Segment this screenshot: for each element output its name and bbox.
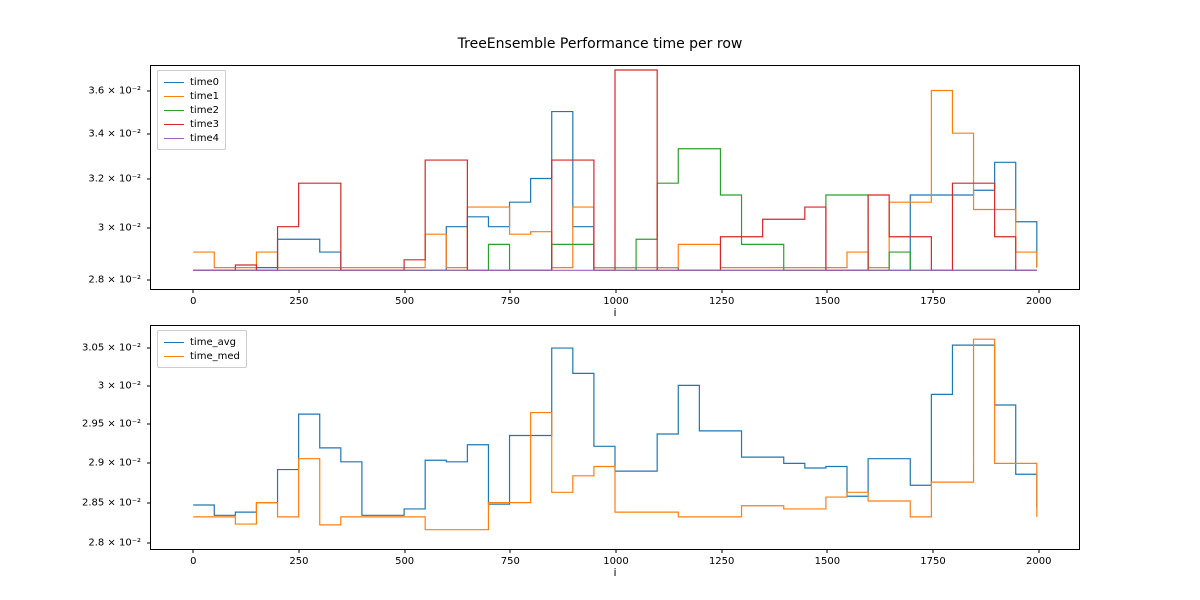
legend-item: time_med <box>164 349 240 363</box>
legend-swatch <box>164 124 184 125</box>
legend-label: time0 <box>190 77 219 88</box>
legend-item: time2 <box>164 103 219 117</box>
legend-swatch <box>164 110 184 111</box>
legend-label: time1 <box>190 91 219 102</box>
legend-item: time1 <box>164 89 219 103</box>
ytick-label: 2.8 × 10⁻² <box>61 537 141 548</box>
ytick-label: 2.9 × 10⁻² <box>61 458 141 469</box>
figure: TreeEnsemble Performance time per row ti… <box>0 0 1200 600</box>
legend-swatch <box>164 96 184 97</box>
legend-item: time0 <box>164 75 219 89</box>
ytick-label: 3 × 10⁻² <box>61 223 141 234</box>
legend-top: time0 time1 time2 time3 time4 <box>157 70 226 150</box>
legend-swatch <box>164 82 184 83</box>
legend-swatch <box>164 356 184 357</box>
ytick-label: 3.4 × 10⁻² <box>61 128 141 139</box>
legend-item: time_avg <box>164 335 240 349</box>
legend-label: time_med <box>190 351 240 362</box>
legend-bottom: time_avg time_med <box>157 330 247 368</box>
legend-label: time3 <box>190 119 219 130</box>
ytick-label: 2.8 × 10⁻² <box>61 275 141 286</box>
legend-label: time_avg <box>190 337 236 348</box>
xlabel-bottom: i <box>150 566 1080 579</box>
plot-area-bottom <box>151 326 1079 549</box>
ytick-label: 3.6 × 10⁻² <box>61 85 141 96</box>
legend-swatch <box>164 138 184 139</box>
ytick-label: 2.95 × 10⁻² <box>61 419 141 430</box>
ytick-label: 3.05 × 10⁻² <box>61 343 141 354</box>
legend-item: time4 <box>164 131 219 145</box>
legend-label: time4 <box>190 133 219 144</box>
xlabel-top: i <box>150 306 1080 319</box>
axes-bottom: time_avgtime_med 02505007501000125015001… <box>150 325 1080 550</box>
plot-area-top <box>151 66 1079 289</box>
axes-top: time0time1time2time3time4 02505007501000… <box>150 65 1080 290</box>
ytick-label: 3.2 × 10⁻² <box>61 174 141 185</box>
legend-item: time3 <box>164 117 219 131</box>
legend-swatch <box>164 342 184 343</box>
legend-label: time2 <box>190 105 219 116</box>
ytick-label: 3 × 10⁻² <box>61 380 141 391</box>
figure-title: TreeEnsemble Performance time per row <box>0 36 1200 52</box>
ytick-label: 2.85 × 10⁻² <box>61 497 141 508</box>
